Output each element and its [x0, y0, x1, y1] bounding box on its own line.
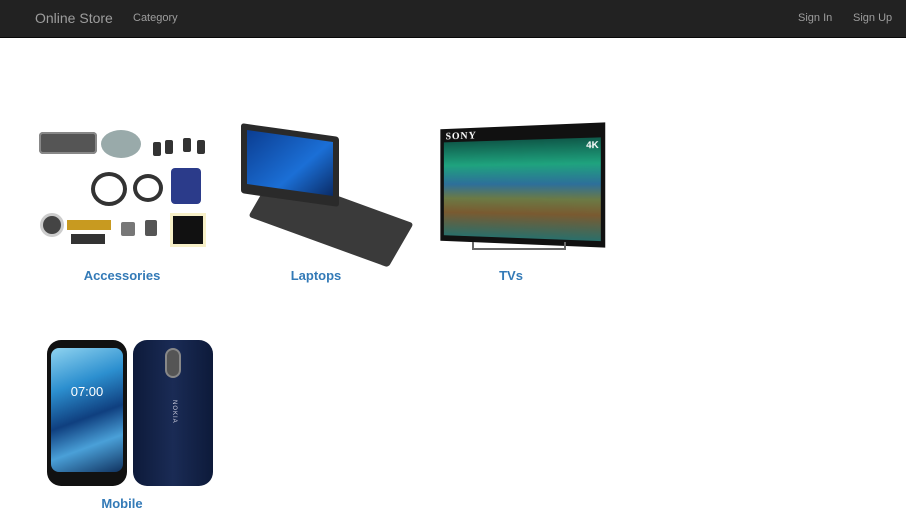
tv-brand-logo: SONY: [445, 129, 477, 143]
mobile-image[interactable]: 07:00 NOKIA: [37, 338, 213, 488]
tvs-link[interactable]: TVs: [416, 268, 606, 283]
phone-clock: 07:00: [70, 384, 104, 399]
category-tile-mobile[interactable]: 07:00 NOKIA Mobile: [27, 338, 217, 511]
accessories-link[interactable]: Accessories: [27, 268, 217, 283]
category-tile-accessories[interactable]: Accessories: [27, 124, 217, 283]
phone-brand: NOKIA: [171, 400, 177, 424]
laptops-image[interactable]: [231, 123, 414, 268]
sign-up-link[interactable]: Sign Up: [853, 12, 892, 24]
category-tile-laptops[interactable]: Laptops: [221, 123, 414, 283]
nav-category-link[interactable]: Category: [133, 12, 178, 24]
accessories-image[interactable]: [37, 124, 207, 249]
sign-in-link[interactable]: Sign In: [798, 12, 832, 24]
laptops-link[interactable]: Laptops: [221, 268, 411, 283]
top-navbar: Online Store Category Sign In Sign Up: [0, 0, 906, 38]
category-tile-tvs[interactable]: SONY 4K TVs: [416, 122, 606, 283]
mobile-link[interactable]: Mobile: [27, 496, 217, 511]
brand-link[interactable]: Online Store: [35, 10, 113, 26]
tvs-image[interactable]: SONY 4K: [426, 122, 606, 250]
tv-4k-badge: 4K: [586, 139, 599, 151]
